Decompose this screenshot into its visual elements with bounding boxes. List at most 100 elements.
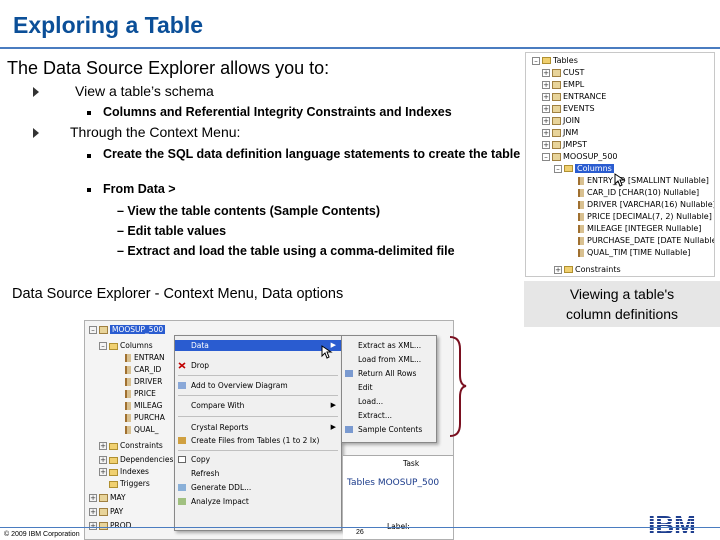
table-icon [99, 508, 108, 516]
menu-item-copy[interactable]: Copy [175, 454, 341, 465]
slide-title: Exploring a Table [13, 12, 203, 38]
table-icon [552, 128, 561, 137]
menu-separator [178, 395, 338, 396]
folder-icon [109, 442, 118, 450]
shot-table-node[interactable]: – MOOSUP_500 [89, 325, 166, 335]
tree-column-item[interactable]: QUAL_TIM [TIME Nullable] [578, 247, 690, 258]
bullet-arrow-icon [33, 128, 39, 138]
tree-table-item[interactable]: + CUST [542, 67, 584, 78]
menu-item-add-overview[interactable]: Add to Overview Diagram [175, 380, 341, 391]
submenu-load-xml[interactable]: Load from XML... [342, 354, 436, 365]
task-tab[interactable]: Task [403, 459, 419, 469]
shot-tree-row[interactable]: + MAY [89, 493, 126, 503]
submenu-extract[interactable]: Extract... [342, 410, 436, 421]
menu-item-compare-with[interactable]: Compare With ▶ [175, 400, 341, 411]
curly-brace-icon [449, 336, 467, 437]
diagram-icon [178, 382, 186, 389]
rows-icon [345, 370, 353, 377]
tree-table-item[interactable]: – MOOSUP_500 [542, 151, 618, 162]
shot-tree-row[interactable]: PRICE [125, 389, 156, 399]
column-icon [578, 200, 584, 209]
column-icon [125, 354, 131, 362]
menu-item-crystal-reports[interactable]: Crystal Reports ▶ [175, 422, 341, 433]
table-icon [552, 116, 561, 125]
shot-tree-row[interactable]: CAR_ID [125, 365, 161, 375]
copyright: © 2009 IBM Corporation [4, 531, 80, 538]
bullet-context-menu: Through the Context Menu: [70, 124, 241, 140]
shot-tree-row[interactable]: + Indexes [99, 467, 149, 477]
shot-tree-row[interactable]: + Constraints [99, 441, 163, 451]
sub-bullet-create-ddl: Create the SQL data definition language … [103, 147, 521, 161]
shot-tree-row[interactable]: ENTRAN [125, 353, 165, 363]
submenu-extract-xml[interactable]: Extract as XML... [342, 340, 436, 351]
tree-column-item[interactable]: PRICE [DECIMAL(7, 2) Nullable] [578, 211, 712, 222]
tree-table-item[interactable]: + JNM [542, 127, 578, 138]
tree-column-item[interactable]: CAR_ID [CHAR(10) Nullable] [578, 187, 699, 198]
submenu-return-all-rows[interactable]: Return All Rows [342, 368, 436, 379]
tree-column-item[interactable]: DRIVER [VARCHAR(16) Nullable] [578, 199, 714, 210]
shot-tree-row[interactable]: + PROD [89, 521, 131, 531]
table-icon [552, 140, 561, 149]
dash-edit-values: – Edit table values [117, 224, 227, 238]
menu-item-create-files[interactable]: Create Files from Tables (1 to 2 Ix) [175, 435, 341, 446]
properties-title: Tables MOOSUP_500 [347, 478, 440, 488]
delete-icon [178, 362, 186, 369]
folder-icon [109, 480, 118, 488]
table-icon [552, 80, 561, 89]
submenu-sample-contents[interactable]: Sample Contents [342, 424, 436, 435]
submenu-load[interactable]: Load... [342, 396, 436, 407]
shot-tree-row[interactable]: + PAY [89, 507, 123, 517]
tree-table-item[interactable]: + JMPST [542, 139, 587, 150]
table-icon [552, 152, 561, 161]
column-icon [578, 212, 584, 221]
column-icon [578, 176, 584, 185]
table-icon [552, 92, 561, 101]
tree-column-item[interactable]: ENTRY_ID [SMALLINT Nullable] [578, 175, 709, 186]
shot-tree-row[interactable]: MILEAG [125, 401, 162, 411]
column-icon [125, 402, 131, 410]
context-menu-caption: Data Source Explorer - Context Menu, Dat… [12, 286, 344, 302]
tree-constraints-folder[interactable]: + Constraints [554, 264, 621, 275]
tree-table-item[interactable]: + ENTRANCE [542, 91, 606, 102]
column-icon [125, 366, 131, 374]
table-icon [552, 104, 561, 113]
column-icon [125, 378, 131, 386]
tree-table-item[interactable]: + EVENTS [542, 103, 595, 114]
menu-separator [178, 375, 338, 376]
copy-icon [178, 456, 186, 463]
folder-icon [109, 468, 118, 476]
table-icon [99, 326, 108, 334]
shot-tree-row[interactable]: QUAL_ [125, 425, 158, 435]
column-icon [578, 188, 584, 197]
dash-view-contents: – View the table contents (Sample Conten… [117, 204, 381, 218]
shot-tree-row[interactable]: PURCHA [125, 413, 165, 423]
shot-tree-row[interactable]: – Columns [99, 341, 153, 351]
tree-root[interactable]: – Tables [532, 55, 578, 66]
shot-tree-row[interactable]: + Dependencies [99, 455, 173, 465]
tree-table-item[interactable]: + JOIN [542, 115, 580, 126]
column-icon [578, 236, 584, 245]
table-icon [99, 494, 108, 502]
data-submenu: Extract as XML... Load from XML... Retur… [341, 335, 437, 443]
tree-columns-folder[interactable]: – Columns [554, 163, 614, 174]
menu-item-drop[interactable]: Drop [175, 360, 341, 371]
menu-item-data[interactable]: Data ▶ [175, 340, 341, 351]
tree-table-item[interactable]: + EMPL [542, 79, 584, 90]
menu-item-generate-ddl[interactable]: Generate DDL... [175, 482, 341, 493]
bullet-square-icon [87, 188, 91, 192]
tree-column-item[interactable]: PURCHASE_DATE [DATE Nullable] [578, 235, 714, 246]
sample-icon [345, 426, 353, 433]
shot-tree-row[interactable]: Triggers [109, 479, 150, 489]
menu-separator [178, 416, 338, 417]
submenu-edit[interactable]: Edit [342, 382, 436, 393]
svg-text:IBM: IBM [648, 510, 696, 538]
table-icon [99, 522, 108, 530]
menu-item-refresh[interactable]: Refresh [175, 468, 341, 479]
shot-tree-row[interactable]: DRIVER [125, 377, 162, 387]
folder-icon [542, 57, 551, 64]
menu-item-analyze-impact[interactable]: Analyze Impact [175, 496, 341, 507]
side-caption: Viewing a table's column definitions [524, 281, 720, 327]
tree-column-item[interactable]: MILEAGE [INTEGER Nullable] [578, 223, 701, 234]
table-icon [552, 68, 561, 77]
bullet-square-icon [87, 154, 91, 158]
